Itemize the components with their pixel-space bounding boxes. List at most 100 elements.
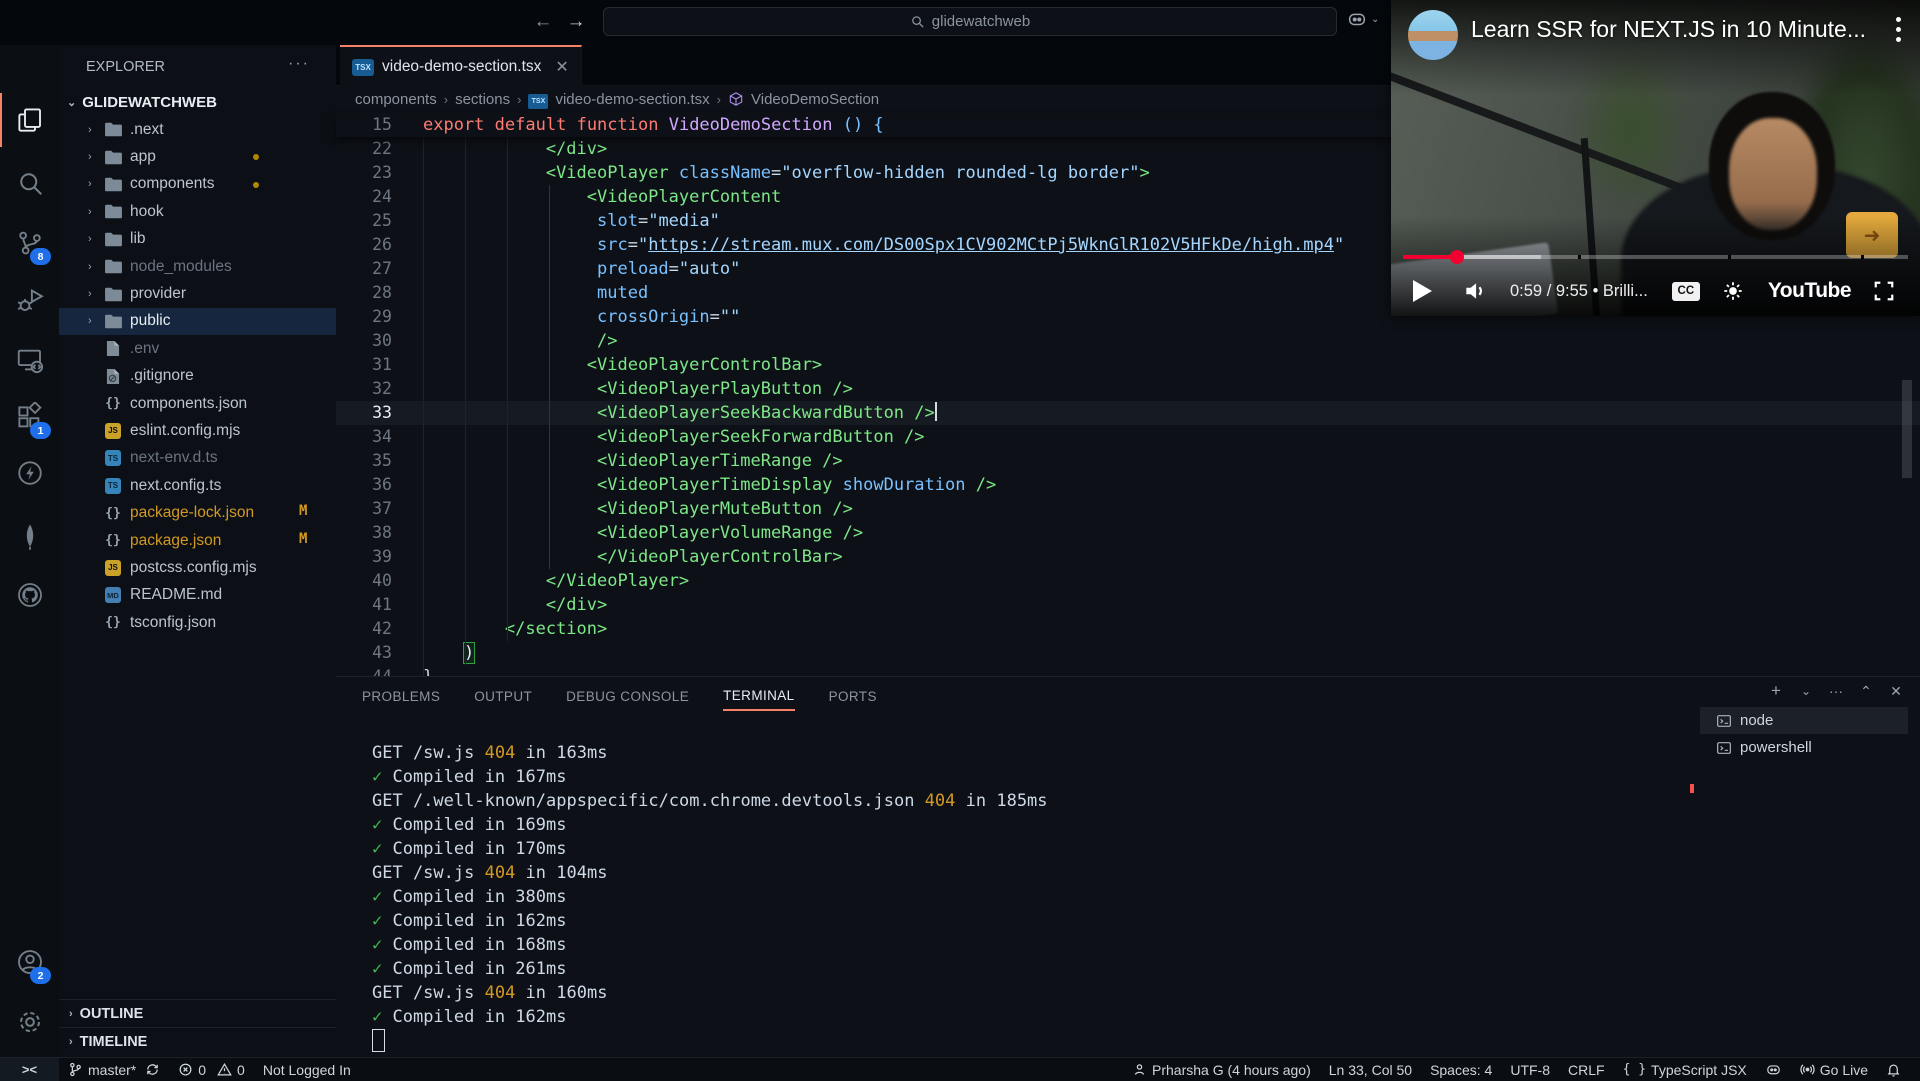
- breadcrumb-item[interactable]: sections: [455, 91, 510, 108]
- close-icon[interactable]: ✕: [555, 57, 568, 77]
- tree-folder-hook[interactable]: ›hook: [59, 198, 336, 225]
- line-content: <VideoPlayerPlayButton />: [392, 377, 853, 401]
- sync-icon: [145, 1062, 160, 1077]
- chevron-up-icon[interactable]: ⌃: [1851, 683, 1881, 700]
- kebab-menu-icon[interactable]: [1896, 17, 1902, 42]
- panel-tab-problems[interactable]: PROBLEMS: [362, 680, 440, 710]
- status-language-mode[interactable]: { }TypeScript JSX: [1614, 1058, 1756, 1081]
- tree-file-components-json[interactable]: {}components.json: [59, 390, 336, 417]
- close-icon[interactable]: ✕: [1881, 683, 1911, 700]
- fullscreen-icon[interactable]: [1873, 280, 1895, 302]
- tree-file--gitignore[interactable]: .gitignore: [59, 363, 336, 390]
- terminal-line: GET /sw.js 404 in 160ms: [372, 981, 1048, 1005]
- settings-gear-icon[interactable]: [1722, 280, 1744, 302]
- captions-button[interactable]: CC: [1672, 282, 1700, 301]
- line-number: 25: [336, 209, 392, 233]
- status-cursor-position[interactable]: Ln 33, Col 50: [1320, 1058, 1421, 1081]
- activity-mongodb[interactable]: [0, 509, 59, 563]
- play-icon[interactable]: [1413, 280, 1432, 302]
- activity-settings[interactable]: [0, 995, 59, 1049]
- status-git-branch[interactable]: master*: [59, 1058, 169, 1081]
- explorer-more-icon[interactable]: ···: [288, 55, 310, 73]
- chevron-right-icon: ›: [69, 1008, 73, 1020]
- status-encoding[interactable]: UTF-8: [1501, 1058, 1559, 1081]
- chevron-down-icon[interactable]: ⌄: [1791, 684, 1821, 698]
- channel-avatar[interactable]: [1408, 10, 1458, 60]
- status-notifications[interactable]: [1877, 1058, 1910, 1081]
- panel-tab-ports[interactable]: PORTS: [829, 680, 877, 710]
- terminal-icon: [1716, 740, 1732, 756]
- panel-tab-debug-console[interactable]: DEBUG CONSOLE: [566, 680, 689, 710]
- terminal-instance-powershell[interactable]: powershell: [1700, 734, 1908, 761]
- panel-tab-terminal[interactable]: TERMINAL: [723, 679, 794, 711]
- tree-file-package-json[interactable]: {}package.jsonM: [59, 527, 336, 554]
- tree-file-next-env-d-ts[interactable]: TSnext-env.d.ts: [59, 445, 336, 472]
- video-progress-bar[interactable]: [1403, 255, 1908, 259]
- chapter-gap: [1861, 255, 1864, 259]
- tree-folder--next[interactable]: ›.next: [59, 116, 336, 143]
- folder-icon: [103, 177, 123, 192]
- tree-file-postcss-config-mjs[interactable]: JSpostcss.config.mjs: [59, 554, 336, 581]
- plus-icon[interactable]: +: [1761, 681, 1791, 701]
- youtube-pip-player[interactable]: ➜ Learn SSR for NEXT.JS in 10 Minute... …: [1391, 0, 1920, 316]
- status-auth-status[interactable]: Not Logged In: [254, 1058, 360, 1081]
- tree-folder-node-modules[interactable]: ›node_modules: [59, 253, 336, 280]
- activity-search[interactable]: [0, 156, 59, 210]
- terminal-error-marker: [1690, 784, 1694, 793]
- outline-label: OUTLINE: [80, 1006, 144, 1022]
- tree-folder-app[interactable]: ›app: [59, 143, 336, 170]
- line-content: <VideoPlayerSeekForwardButton />: [392, 425, 925, 449]
- status-copilot[interactable]: [1756, 1058, 1791, 1081]
- terminal-instance-node[interactable]: node: [1700, 707, 1908, 734]
- tab-video-demo-section[interactable]: TSX video-demo-section.tsx ✕: [340, 45, 582, 87]
- project-root-row[interactable]: ⌄ GLIDEWATCHWEB: [59, 88, 336, 116]
- chapter-gap: [1728, 255, 1731, 259]
- status-problems[interactable]: 00: [169, 1058, 254, 1081]
- outline-section[interactable]: › OUTLINE: [59, 999, 336, 1028]
- tree-file-tsconfig-json[interactable]: {}tsconfig.json: [59, 609, 336, 636]
- copilot-menu-button[interactable]: ⌄: [1346, 8, 1379, 30]
- status-eol[interactable]: CRLF: [1559, 1058, 1614, 1081]
- tree-file--env[interactable]: .env: [59, 335, 336, 362]
- status-indentation[interactable]: Spaces: 4: [1421, 1058, 1501, 1081]
- tree-folder-public[interactable]: ›public: [59, 308, 336, 335]
- nav-forward-icon[interactable]: →: [563, 9, 589, 35]
- tree-file-eslint-config-mjs[interactable]: JSeslint.config.mjs: [59, 417, 336, 444]
- activity-extensions[interactable]: 1: [0, 390, 59, 444]
- status-go-live[interactable]: Go Live: [1791, 1058, 1877, 1081]
- tree-folder-lib[interactable]: ›lib: [59, 226, 336, 253]
- panel-tab-output[interactable]: OUTPUT: [474, 680, 532, 710]
- activity-github[interactable]: [0, 568, 59, 622]
- tree-file-package-lock-json[interactable]: {}package-lock.jsonM: [59, 499, 336, 526]
- file-label: tsconfig.json: [130, 614, 216, 632]
- volume-icon[interactable]: [1462, 278, 1488, 304]
- activity-source-control[interactable]: 8: [0, 216, 59, 270]
- status-remote-indicator[interactable]: ><: [0, 1058, 59, 1081]
- editor-scrollbar[interactable]: [1902, 380, 1912, 478]
- activity-thunder-client[interactable]: [0, 446, 59, 500]
- line-number: 34: [336, 425, 392, 449]
- more-icon[interactable]: ···: [1821, 683, 1851, 699]
- timeline-section[interactable]: › TIMELINE: [59, 1027, 336, 1056]
- status-git-blame[interactable]: Prharsha G (4 hours ago): [1123, 1058, 1320, 1081]
- command-center-search[interactable]: glidewatchweb: [603, 7, 1337, 36]
- youtube-logo[interactable]: YouTube: [1768, 279, 1851, 303]
- status-label: TypeScript JSX: [1651, 1062, 1747, 1078]
- activity-remote-explorer[interactable]: [0, 333, 59, 387]
- seek-knob[interactable]: [1450, 250, 1464, 264]
- tree-file-readme-md[interactable]: MDREADME.md: [59, 582, 336, 609]
- tree-folder-provider[interactable]: ›provider: [59, 280, 336, 307]
- terminal-output[interactable]: GET /sw.js 404 in 163ms✓ Compiled in 167…: [372, 741, 1048, 1029]
- breadcrumb-item[interactable]: components: [355, 91, 437, 108]
- activity-accounts[interactable]: 2: [0, 935, 59, 989]
- video-title[interactable]: Learn SSR for NEXT.JS in 10 Minute...: [1471, 16, 1868, 43]
- breadcrumb-item[interactable]: VideoDemoSection: [751, 91, 879, 108]
- file-label: lib: [130, 230, 146, 248]
- activity-run-debug[interactable]: [0, 273, 59, 327]
- terminal-line: ✓ Compiled in 167ms: [372, 765, 1048, 789]
- tree-file-next-config-ts[interactable]: TSnext.config.ts: [59, 472, 336, 499]
- activity-explorer[interactable]: [0, 93, 59, 147]
- tree-folder-components[interactable]: ›components: [59, 171, 336, 198]
- nav-back-icon[interactable]: ←: [530, 9, 556, 35]
- breadcrumb-item[interactable]: video-demo-section.tsx: [555, 91, 709, 108]
